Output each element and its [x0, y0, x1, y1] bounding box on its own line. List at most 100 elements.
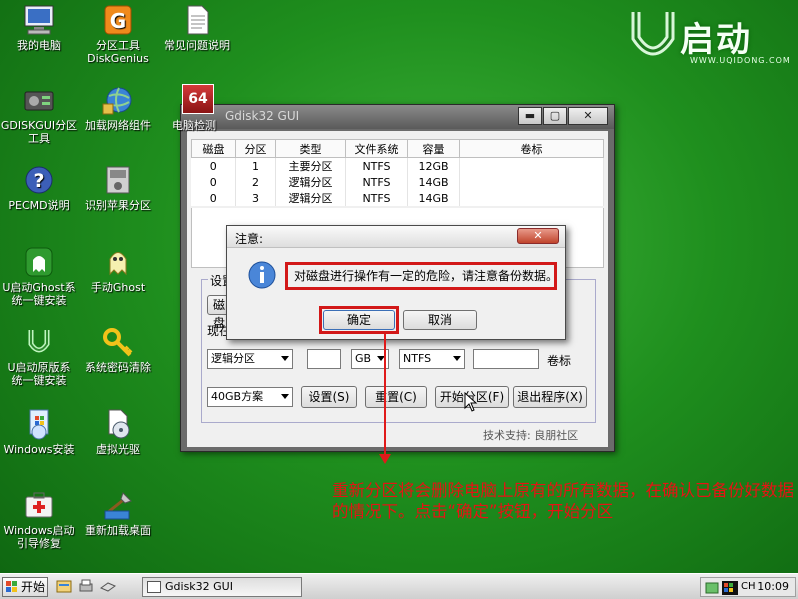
network-tray-icon[interactable]	[705, 581, 719, 595]
brand-name: 启动	[680, 20, 752, 60]
desktop-icon-network[interactable]: 加载网络组件	[79, 84, 157, 132]
icon-label: 加载网络组件	[85, 119, 151, 132]
desktop-icon-apple-partition[interactable]: 识别苹果分区	[79, 164, 157, 212]
icon-label: 电脑检测	[172, 119, 216, 132]
gdisk64-badge-icon: 64	[182, 84, 214, 114]
col-volume[interactable]: 卷标	[459, 139, 604, 158]
windows-setup-icon	[22, 408, 56, 440]
mouse-cursor-icon	[464, 392, 478, 412]
info-icon	[248, 261, 276, 289]
network-globe-icon	[101, 84, 135, 116]
table-row[interactable]: 0 2 逻辑分区 NTFS 14GB	[191, 174, 604, 190]
reload-desktop-icon	[101, 489, 135, 521]
dialog-title: 注意:	[235, 232, 264, 246]
window-app-icon	[147, 581, 161, 593]
support-text: 技术支持: 良朋社区	[483, 429, 579, 442]
close-button[interactable]: ✕	[568, 107, 608, 125]
desktop-icon-faq[interactable]: 常见问题说明	[158, 4, 236, 52]
ok-highlight: 确定	[319, 306, 399, 334]
virtual-drive-icon	[101, 408, 135, 440]
volume-label-caption: 卷标	[547, 354, 572, 368]
filesystem-select[interactable]: NTFS	[399, 349, 465, 369]
chevron-down-icon	[281, 356, 289, 361]
desktop-icon-boot-repair[interactable]: Windows启动 引导修复	[0, 489, 78, 550]
col-disk[interactable]: 磁盘	[191, 139, 236, 158]
chevron-down-icon	[453, 356, 461, 361]
icon-label: 重新加载桌面	[85, 524, 151, 537]
desktop-icon-reload-desktop[interactable]: 重新加载桌面	[79, 489, 157, 537]
volume-label-input[interactable]	[473, 349, 539, 369]
minimize-button[interactable]: ▬	[518, 107, 542, 125]
cancel-button[interactable]: 取消	[403, 310, 477, 330]
taskbar-clock[interactable]: 10:09	[757, 580, 789, 593]
icon-label: 手动Ghost	[90, 281, 146, 294]
scheme-select[interactable]: 40GB方案	[207, 387, 293, 407]
explorer-quicklaunch-icon[interactable]	[56, 578, 72, 594]
icon-label: PECMD说明	[8, 199, 70, 212]
desktop-icon-virtual-drive[interactable]: 虚拟光驱	[79, 408, 157, 456]
scheme-value: 40GB方案	[211, 390, 264, 403]
cell: 2	[235, 174, 276, 190]
icon-label: GDISKGUI分区 工具	[0, 119, 78, 145]
desktop-icon-pecmd[interactable]: ? PECMD说明	[0, 164, 78, 212]
maximize-button[interactable]: ▢	[543, 107, 567, 125]
gdisk-icon	[22, 84, 56, 116]
dialog-titlebar[interactable]: 注意: ✕	[227, 226, 565, 248]
dialog-close-icon[interactable]: ✕	[517, 228, 559, 244]
ok-button[interactable]: 确定	[323, 310, 395, 330]
partition-type-select[interactable]: 逻辑分区	[207, 349, 293, 369]
col-filesystem[interactable]: 文件系统	[345, 139, 408, 158]
cell: 0	[191, 174, 236, 190]
drive-quicklaunch-icon[interactable]	[100, 578, 116, 594]
reset-button[interactable]: 重置(C)	[365, 386, 427, 408]
help-icon: ?	[22, 164, 56, 196]
u-install-icon	[22, 326, 56, 358]
cell	[459, 190, 604, 206]
icon-label: 我的电脑	[17, 39, 61, 52]
desktop-icon-diskgenius[interactable]: G 分区工具 DiskGenius	[79, 4, 157, 65]
annotation-arrow	[384, 334, 386, 454]
desktop-icon-manual-ghost[interactable]: 手动Ghost	[79, 246, 157, 294]
icon-label: 常见问题说明	[164, 39, 230, 52]
desktop-icon-windows-setup[interactable]: Windows安装	[0, 408, 78, 456]
cell: NTFS	[345, 157, 408, 174]
icon-label: 虚拟光驱	[96, 443, 140, 456]
cell	[459, 157, 604, 174]
desktop-icon-password-clear[interactable]: 系统密码清除	[79, 326, 157, 374]
svg-text:G: G	[110, 9, 126, 33]
table-row[interactable]: 0 1 主要分区 NTFS 12GB	[191, 157, 604, 174]
col-partition[interactable]: 分区	[235, 139, 276, 158]
exit-program-button[interactable]: 退出程序(X)	[513, 386, 587, 408]
partition-type-value: 逻辑分区	[211, 352, 255, 365]
display-tray-icon[interactable]	[722, 581, 738, 595]
computer-icon	[22, 4, 56, 36]
cell: 1	[235, 157, 276, 174]
size-input[interactable]	[307, 349, 341, 369]
ghost-green-icon	[22, 246, 56, 278]
firstaid-icon	[22, 489, 56, 521]
windows-flag-icon	[6, 581, 17, 592]
table-row[interactable]: 0 3 逻辑分区 NTFS 14GB	[191, 190, 604, 206]
key-icon	[101, 326, 135, 358]
task-title: Gdisk32 GUI	[165, 580, 233, 593]
filesystem-value: NTFS	[403, 352, 432, 365]
arrow-down-icon	[379, 454, 391, 464]
start-button[interactable]: 开始	[2, 577, 48, 597]
col-type[interactable]: 类型	[275, 139, 346, 158]
taskbar-task-gdisk[interactable]: Gdisk32 GUI	[142, 577, 302, 597]
document-icon	[180, 4, 214, 36]
cell: 主要分区	[275, 157, 346, 174]
desktop-icon-u-ghost[interactable]: U启动Ghost系 统一键安装	[0, 246, 78, 307]
desktop-icon-my-computer[interactable]: 我的电脑	[0, 4, 78, 52]
icon-label: 识别苹果分区	[85, 199, 151, 212]
input-language-indicator[interactable]: CH	[741, 581, 756, 592]
col-capacity[interactable]: 容量	[407, 139, 460, 158]
desktop-icon-u-original-install[interactable]: U启动原版系 统一键安装	[0, 326, 78, 387]
set-button[interactable]: 设置(S)	[301, 386, 357, 408]
cell: 逻辑分区	[275, 174, 346, 190]
cell: NTFS	[345, 190, 408, 206]
printer-quicklaunch-icon[interactable]	[78, 578, 94, 594]
window-titlebar[interactable]: Gdisk32 GUI ▬ ▢ ✕	[181, 105, 614, 129]
desktop-icon-gdiskgui[interactable]: GDISKGUI分区 工具	[0, 84, 78, 145]
dialog-message: 对磁盘进行操作有一定的危险，请注意备份数据。	[285, 262, 557, 290]
